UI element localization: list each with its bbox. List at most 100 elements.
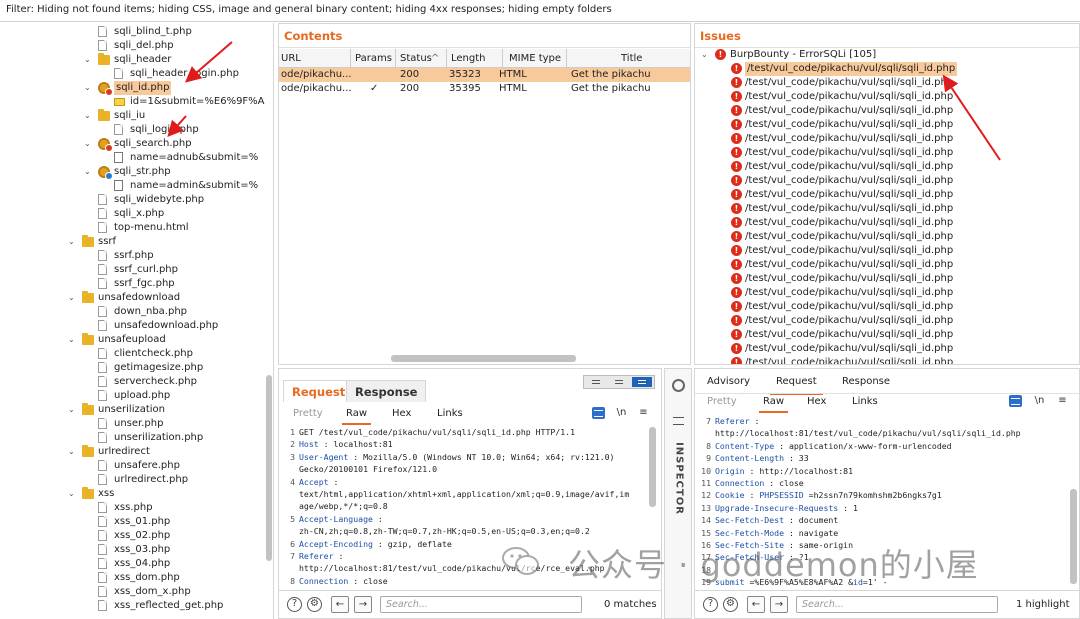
column-header[interactable]: URL — [281, 49, 301, 68]
tree-item[interactable]: sqli_del.php — [0, 39, 270, 53]
tree-item[interactable]: ⌄ sqli_header — [0, 53, 270, 67]
expand-chevron-icon[interactable]: ⌄ — [68, 333, 75, 347]
tree-item[interactable]: unserilization.php — [0, 431, 270, 445]
expand-chevron-icon[interactable]: ⌄ — [68, 291, 75, 305]
menu-icon[interactable]: ≡ — [637, 407, 650, 419]
settings-gear-icon[interactable]: ⚙ — [307, 597, 322, 612]
tree-item[interactable]: sqli_x.php — [0, 207, 270, 221]
tree-item[interactable]: xss_dom.php — [0, 571, 270, 585]
tree-item[interactable]: xss_02.php — [0, 529, 270, 543]
tree-item[interactable]: ssrf_fgc.php — [0, 277, 270, 291]
tree-item[interactable]: ⌄ unserilization — [0, 403, 270, 417]
tree-item[interactable]: sqli_blind_t.php — [0, 25, 270, 39]
filter-bar[interactable]: Filter: Hiding not found items; hiding C… — [0, 0, 1080, 22]
layout-tabs-button[interactable] — [632, 377, 652, 387]
contents-table[interactable]: URL Params Status Length MIME type Title ^ ode/… — [279, 49, 690, 96]
next-match-button[interactable]: → — [354, 596, 372, 613]
column-header[interactable]: Length — [451, 49, 486, 68]
tab-issue-response[interactable]: Response — [842, 373, 890, 391]
tree-item[interactable]: unser.php — [0, 417, 270, 431]
inspector-settings-icon[interactable] — [672, 379, 685, 392]
tab-links[interactable]: Links — [437, 405, 463, 423]
help-icon[interactable]: ? — [287, 597, 302, 612]
tab-issue-request[interactable]: Request — [770, 373, 823, 395]
expand-chevron-icon[interactable]: ⌄ — [68, 487, 75, 501]
tree-item[interactable]: ⌄ unsafeupload — [0, 333, 270, 347]
tab-response[interactable]: Response — [346, 380, 427, 402]
next-match-button[interactable]: → — [770, 596, 788, 613]
tab-links[interactable]: Links — [852, 393, 878, 411]
tree-item[interactable]: down_nba.php — [0, 305, 270, 319]
search-input[interactable]: Search... — [796, 596, 998, 613]
tree-item[interactable]: ⌄ sqli_search.php — [0, 137, 270, 152]
tree-item[interactable]: urlredirect.php — [0, 473, 270, 487]
tree-item[interactable]: xss_04.php — [0, 557, 270, 571]
tree-item[interactable]: sqli_login.php — [0, 123, 270, 137]
show-newlines-button[interactable]: \n — [615, 407, 628, 419]
tree-item[interactable]: upload.php — [0, 389, 270, 403]
expand-chevron-icon[interactable]: ⌄ — [84, 53, 91, 67]
tree-scrollbar[interactable] — [266, 375, 272, 561]
sort-ascending-icon[interactable]: ^ — [431, 49, 439, 68]
column-header[interactable]: Params — [355, 49, 392, 68]
layout-split-vertical-button[interactable] — [609, 377, 629, 387]
column-header[interactable]: Status — [400, 49, 432, 68]
tab-raw[interactable]: Raw — [341, 405, 372, 425]
tree-item[interactable]: ⌄ ssrf — [0, 235, 270, 249]
tab-pretty[interactable]: Pretty — [707, 393, 737, 411]
tab-request[interactable]: Request — [283, 380, 355, 402]
search-input[interactable]: Search... — [380, 596, 582, 613]
inspector-label[interactable]: INSPECTOR — [674, 439, 685, 519]
menu-icon[interactable]: ≡ — [1056, 395, 1069, 407]
wrap-lines-icon[interactable] — [592, 407, 605, 419]
tree-item[interactable]: xss.php — [0, 501, 270, 515]
tree-item[interactable]: xss_reflected_get.php — [0, 599, 270, 613]
collapse-chevron-icon[interactable]: ⌄ — [701, 48, 708, 62]
tree-item[interactable]: xss_01.php — [0, 515, 270, 529]
tree-item[interactable]: name=adnub&submit=% — [0, 151, 270, 165]
expand-chevron-icon[interactable]: ⌄ — [68, 445, 75, 459]
request-editor-scrollbar[interactable] — [649, 427, 656, 507]
tree-item[interactable]: ssrf.php — [0, 249, 270, 263]
tree-item[interactable]: ⌄ sqli_iu — [0, 109, 270, 123]
tab-pretty[interactable]: Pretty — [293, 405, 323, 423]
tab-hex[interactable]: Hex — [392, 405, 411, 423]
expand-chevron-icon[interactable]: ⌄ — [84, 137, 91, 151]
tree-item[interactable]: getimagesize.php — [0, 361, 270, 375]
inspector-list-icon[interactable] — [673, 417, 684, 425]
previous-match-button[interactable]: ← — [331, 596, 349, 613]
contents-horizontal-scrollbar[interactable] — [391, 355, 576, 362]
tree-item[interactable]: ssrf_curl.php — [0, 263, 270, 277]
issue-request-scrollbar[interactable] — [1070, 489, 1077, 584]
site-map-tree[interactable]: sqli_blind_t.php sqli_del.php ⌄ sqli_header… — [0, 23, 274, 619]
help-icon[interactable]: ? — [703, 597, 718, 612]
tree-item[interactable]: ⌄ xss — [0, 487, 270, 501]
tree-item[interactable]: sqli_header_login.php — [0, 67, 270, 81]
layout-toggle[interactable] — [583, 375, 655, 389]
tree-item[interactable]: name=admin&submit=% — [0, 179, 270, 193]
tree-item[interactable]: ⌄ urlredirect — [0, 445, 270, 459]
column-header[interactable]: MIME type — [509, 49, 561, 68]
tree-item[interactable]: id=1&submit=%E6%9F%A — [0, 95, 270, 109]
tree-item[interactable]: clientcheck.php — [0, 347, 270, 361]
settings-gear-icon[interactable]: ⚙ — [723, 597, 738, 612]
tree-item[interactable]: top-menu.html — [0, 221, 270, 235]
expand-chevron-icon[interactable]: ⌄ — [84, 109, 91, 123]
tree-item[interactable]: ⌄ sqli_str.php — [0, 165, 270, 180]
column-header[interactable]: Title — [621, 49, 642, 68]
table-row[interactable]: ode/pikachu... ✓ 200 35395 HTML Get the pikac… — [279, 82, 690, 96]
tab-hex[interactable]: Hex — [807, 393, 826, 411]
previous-match-button[interactable]: ← — [747, 596, 765, 613]
tab-raw[interactable]: Raw — [758, 393, 789, 413]
tab-advisory[interactable]: Advisory — [707, 373, 750, 391]
tree-item[interactable]: servercheck.php — [0, 375, 270, 389]
layout-split-horizontal-button[interactable] — [586, 377, 606, 387]
tree-item[interactable]: unsafere.php — [0, 459, 270, 473]
table-row[interactable]: ode/pikachu... 200 35323 HTML Get the pikach… — [279, 68, 690, 82]
tree-item[interactable]: xss_dom_x.php — [0, 585, 270, 599]
expand-chevron-icon[interactable]: ⌄ — [68, 403, 75, 417]
tree-item[interactable]: ⌄ unsafedownload — [0, 291, 270, 305]
tree-item[interactable]: xss_03.php — [0, 543, 270, 557]
expand-chevron-icon[interactable]: ⌄ — [84, 81, 91, 95]
expand-chevron-icon[interactable]: ⌄ — [84, 165, 91, 179]
